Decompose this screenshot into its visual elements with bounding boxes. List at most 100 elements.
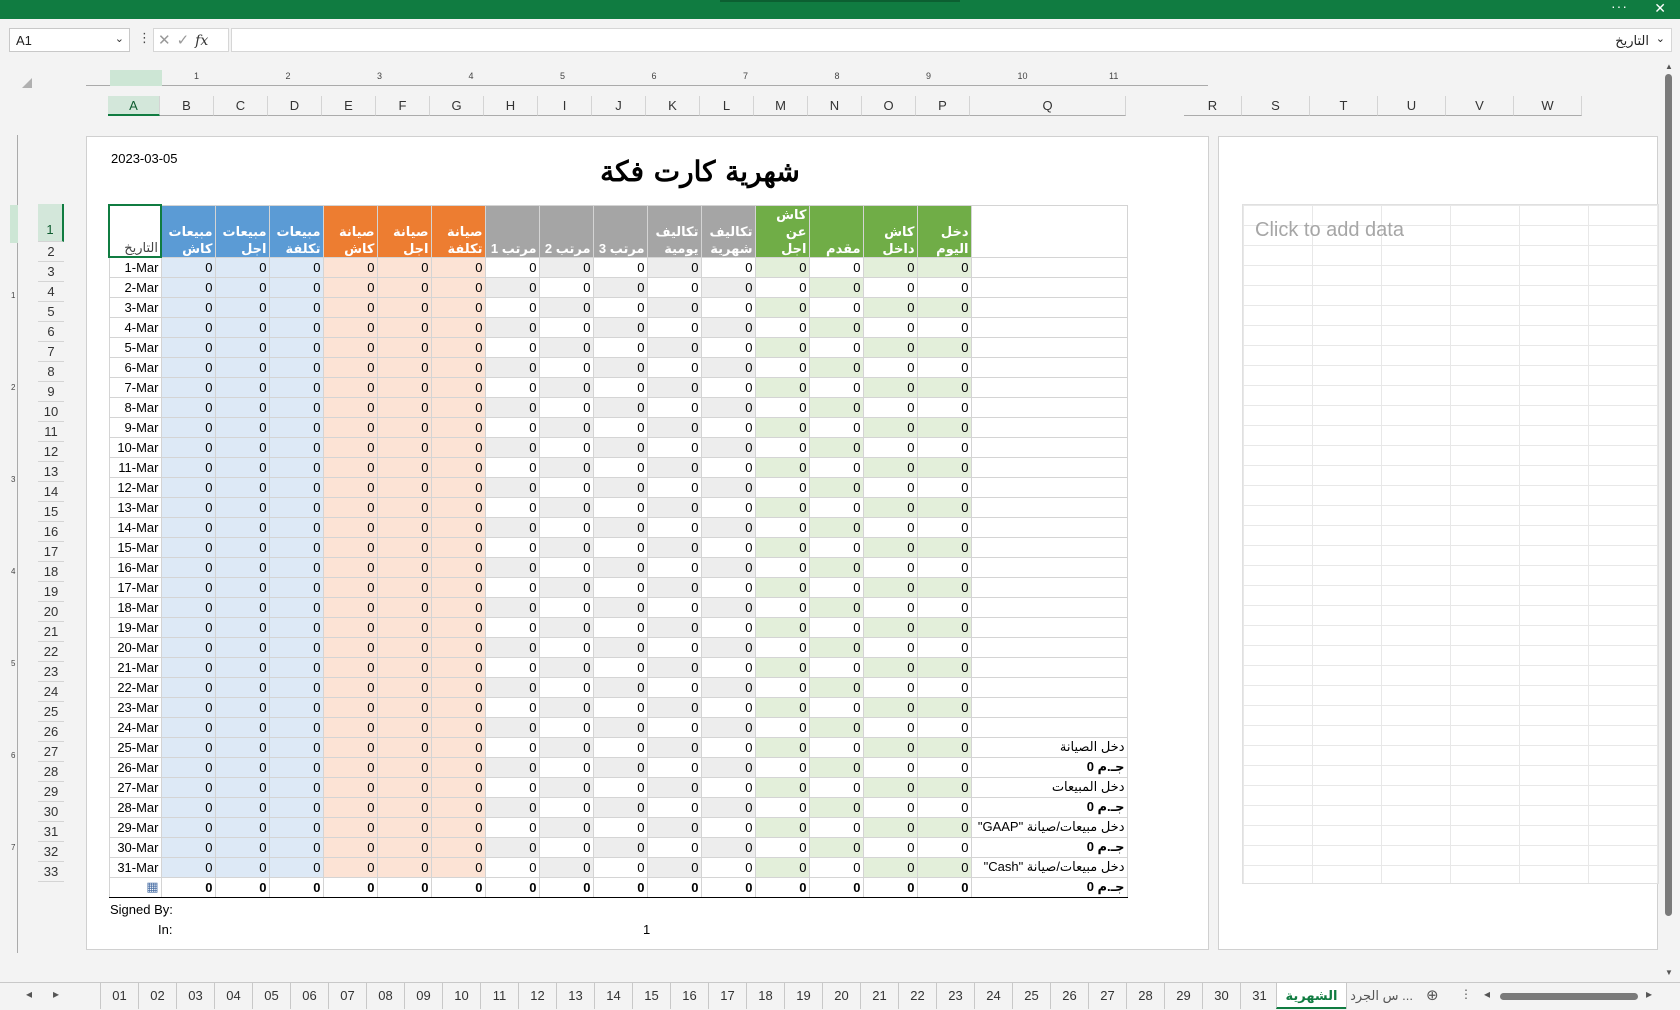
value-cell[interactable]: 0	[538, 556, 594, 578]
value-cell[interactable]: 0	[862, 616, 918, 638]
value-cell[interactable]: 0	[916, 756, 972, 778]
value-cell[interactable]: 0	[322, 636, 378, 658]
value-cell[interactable]: 0	[376, 836, 432, 858]
value-cell[interactable]: 0	[646, 536, 702, 558]
value-cell[interactable]: 0	[700, 496, 756, 518]
value-cell[interactable]: 0	[430, 296, 486, 318]
date-cell[interactable]: 6-Mar	[108, 356, 162, 378]
value-cell[interactable]: 0	[484, 836, 540, 858]
value-cell[interactable]: 0	[484, 776, 540, 798]
paste-options-icon[interactable]: ▦	[108, 876, 162, 898]
value-cell[interactable]: 0	[430, 756, 486, 778]
value-cell[interactable]: 0	[538, 456, 594, 478]
value-cell[interactable]: 0	[538, 796, 594, 818]
value-cell[interactable]: 0	[376, 816, 432, 838]
value-cell[interactable]: 0	[214, 596, 270, 618]
value-cell[interactable]: 0	[754, 556, 810, 578]
column-header-cell[interactable]: دخل اليوم	[916, 204, 972, 258]
value-cell[interactable]: 0	[646, 316, 702, 338]
value-cell[interactable]: 0	[862, 556, 918, 578]
value-cell[interactable]: 0	[322, 796, 378, 818]
value-cell[interactable]: 0	[214, 256, 270, 278]
total-cell[interactable]: 0	[160, 876, 216, 898]
date-cell[interactable]: 2-Mar	[108, 276, 162, 298]
close-icon[interactable]: ✕	[1654, 0, 1666, 17]
value-cell[interactable]: 0	[160, 636, 216, 658]
hscroll-right-icon[interactable]: ▸	[1646, 987, 1652, 1001]
value-cell[interactable]: 0	[916, 736, 972, 758]
value-cell[interactable]: 0	[268, 816, 324, 838]
row-header-2[interactable]: 2	[38, 242, 64, 262]
value-cell[interactable]: 0	[160, 696, 216, 718]
value-cell[interactable]: 0	[646, 616, 702, 638]
value-cell[interactable]: 0	[592, 436, 648, 458]
value-cell[interactable]: 0	[484, 736, 540, 758]
value-cell[interactable]: 0	[862, 336, 918, 358]
row-header-24[interactable]: 24	[38, 682, 64, 702]
row-header-31[interactable]: 31	[38, 822, 64, 842]
column-header-a[interactable]: A	[108, 96, 160, 116]
column-header-cell[interactable]: كاش عن اجل	[754, 204, 810, 258]
value-cell[interactable]: 0	[862, 756, 918, 778]
total-cell[interactable]: 0	[268, 876, 324, 898]
tab-20[interactable]: 20	[822, 983, 860, 1009]
date-cell[interactable]: 24-Mar	[108, 716, 162, 738]
column-header-cell[interactable]: مقدم	[808, 204, 864, 258]
value-cell[interactable]: 0	[754, 836, 810, 858]
value-cell[interactable]: 0	[862, 676, 918, 698]
value-cell[interactable]: 0	[916, 336, 972, 358]
value-cell[interactable]: 0	[322, 296, 378, 318]
value-cell[interactable]: 0	[808, 676, 864, 698]
value-cell[interactable]: 0	[268, 856, 324, 878]
value-cell[interactable]: 0	[538, 336, 594, 358]
value-cell[interactable]: 0	[160, 536, 216, 558]
value-cell[interactable]: 0	[430, 776, 486, 798]
summary-cell[interactable]	[970, 616, 1128, 638]
value-cell[interactable]: 0	[646, 796, 702, 818]
value-cell[interactable]: 0	[592, 476, 648, 498]
value-cell[interactable]: 0	[808, 796, 864, 818]
value-cell[interactable]: 0	[754, 296, 810, 318]
value-cell[interactable]: 0	[268, 536, 324, 558]
value-cell[interactable]: 0	[322, 616, 378, 638]
value-cell[interactable]: 0	[646, 256, 702, 278]
value-cell[interactable]: 0	[916, 816, 972, 838]
value-cell[interactable]: 0	[160, 276, 216, 298]
value-cell[interactable]: 0	[916, 456, 972, 478]
column-header-cell[interactable]: مبيعات تكلفة	[268, 204, 324, 258]
value-cell[interactable]: 0	[754, 396, 810, 418]
summary-cell[interactable]	[970, 356, 1128, 378]
row-header-13[interactable]: 13	[38, 462, 64, 482]
value-cell[interactable]: 0	[538, 836, 594, 858]
value-cell[interactable]: 0	[268, 496, 324, 518]
value-cell[interactable]: 0	[268, 256, 324, 278]
value-cell[interactable]: 0	[376, 776, 432, 798]
value-cell[interactable]: 0	[538, 256, 594, 278]
value-cell[interactable]: 0	[484, 336, 540, 358]
value-cell[interactable]: 0	[700, 616, 756, 638]
value-cell[interactable]: 0	[808, 556, 864, 578]
date-cell[interactable]: 27-Mar	[108, 776, 162, 798]
select-all-corner[interactable]	[22, 78, 32, 88]
tab-09[interactable]: 09	[404, 983, 442, 1009]
value-cell[interactable]: 0	[700, 316, 756, 338]
value-cell[interactable]: 0	[376, 656, 432, 678]
value-cell[interactable]: 0	[592, 616, 648, 638]
value-cell[interactable]: 0	[214, 556, 270, 578]
value-cell[interactable]: 0	[916, 256, 972, 278]
tab-31[interactable]: 31	[1240, 983, 1278, 1009]
value-cell[interactable]: 0	[646, 756, 702, 778]
tab-19[interactable]: 19	[784, 983, 822, 1009]
value-cell[interactable]: 0	[268, 396, 324, 418]
value-cell[interactable]: 0	[160, 736, 216, 758]
value-cell[interactable]: 0	[322, 436, 378, 458]
summary-cell[interactable]: دخل المبيعات	[970, 776, 1128, 798]
value-cell[interactable]: 0	[646, 696, 702, 718]
row-header-9[interactable]: 9	[38, 382, 64, 402]
value-cell[interactable]: 0	[700, 796, 756, 818]
value-cell[interactable]: 0	[538, 656, 594, 678]
value-cell[interactable]: 0	[268, 376, 324, 398]
value-cell[interactable]: 0	[592, 316, 648, 338]
value-cell[interactable]: 0	[160, 336, 216, 358]
value-cell[interactable]: 0	[916, 556, 972, 578]
